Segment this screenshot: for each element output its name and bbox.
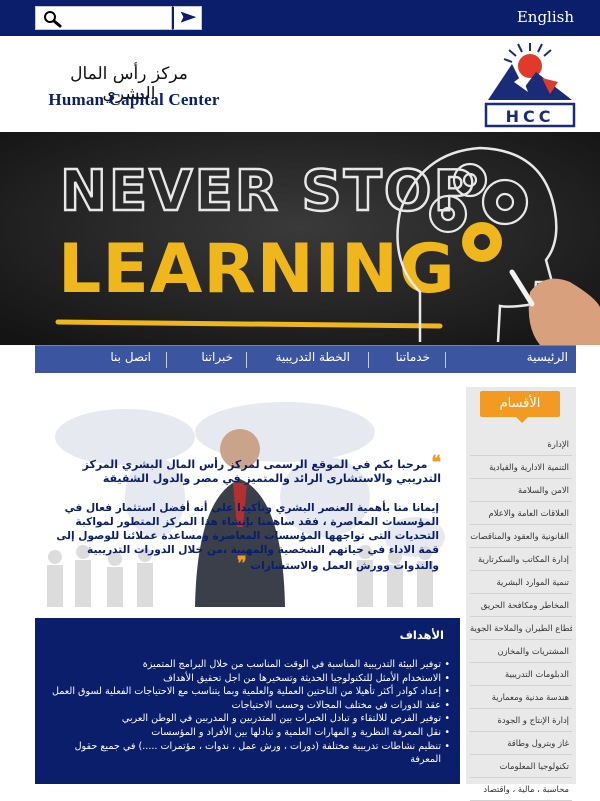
hero-chalkboard-image: NEVER STOP LEARNING [0,132,600,345]
language-switch-link[interactable]: English [517,8,574,26]
category-link[interactable]: هندسة مدنية ومعمارية [470,686,572,709]
goal-item: الاستخدام الأمثل للتكنولوجيا الحديثة وتس… [46,672,450,686]
search-icon [44,11,62,28]
hcc-logo[interactable]: HCC [484,42,576,128]
category-link[interactable]: تنمية الموارد البشرية [470,571,572,594]
goals-section: الأهداف توفير البيئة التدريبية المناسبة … [35,618,460,784]
goal-item: توفير البيئة التدريبية المناسبة في الوقت… [46,658,450,672]
nav-item-home[interactable]: الرئيسية [527,350,568,364]
categories-sidebar: الأقسام الإدارة التنمية الادارية والقياد… [466,387,576,801]
goal-item: توفير الفرص للالتقاء و تبادل الخبرات بين… [46,712,450,726]
goal-item: عقد الدورات في مختلف المجالات وحسب الاحت… [46,699,450,713]
search-input[interactable] [35,6,172,30]
top-bar: English [0,0,600,36]
welcome-section: ❝ مرحبا بكم في الموقع الرسمى لمركز رأس ا… [35,387,460,607]
search-submit-button[interactable] [172,6,202,30]
hero-banner: NEVER STOP LEARNING [0,132,600,345]
goal-item: نقل المعرفة النظرية و المهارات العلمية و… [46,726,450,740]
category-link[interactable]: العلاقات العامة والاعلام [470,502,572,525]
category-link[interactable]: المشتريات والمخازن [470,640,572,663]
welcome-background-image [35,387,460,607]
category-link[interactable]: التنمية الادارية والقيادية [470,456,572,479]
nav-item-experience[interactable]: خبراتنا [201,350,233,364]
title-pointer [516,417,528,423]
goal-item: إعداد كوادر أكثر تأهيلا من الناحتين العم… [46,685,450,699]
goal-item: تنظيم نشاطات تدريبية مختلفة (دورات ، ورش… [46,740,450,767]
nav-separator [368,352,369,368]
category-link[interactable]: القانونية والعقود والمناقصات [470,525,572,548]
category-link[interactable]: غاز وبترول وطاقة [470,732,572,755]
nav-item-contact[interactable]: اتصل بنا [110,350,151,364]
goals-list: توفير البيئة التدريبية المناسبة في الوقت… [46,658,450,767]
main-nav: الرئيسية خدماتنا الخطة التدريبية خبراتنا… [35,345,576,373]
quote-open-icon: ❝ [431,452,441,473]
site-header: مركز رأس المال البشري Human Capital Cent… [0,36,600,132]
categories-title: الأقسام [480,391,560,417]
nav-item-services[interactable]: خدماتنا [396,350,430,364]
send-arrow-icon [180,11,197,23]
quote-close-icon: ❞ [237,553,247,574]
category-link[interactable]: قطاع الطيران والملاحة الجوية [470,617,572,640]
welcome-intro-text: ❝ مرحبا بكم في الموقع الرسمى لمركز رأس ا… [82,452,441,486]
site-title-english: Human Capital Center [48,90,220,109]
goals-title: الأهداف [399,628,444,642]
category-link[interactable]: الإدارة [470,433,572,456]
logo-text: HCC [506,107,555,126]
hero-line1: NEVER STOP [60,159,477,224]
category-link[interactable]: الدبلومات التدريبية [470,663,572,686]
welcome-body-text: إيمانا منا بأهمية العنصر البشري وتأكيدا … [56,502,439,574]
category-link[interactable]: الامن والسلامة [470,479,572,502]
nav-separator [246,352,247,368]
hero-line2: LEARNING [58,230,456,309]
category-link[interactable]: إدارة المكاتب والسكرتارية [470,548,572,571]
nav-separator [445,352,446,368]
nav-item-training-plan[interactable]: الخطة التدريبية [275,350,350,364]
category-link[interactable]: محاسبة ، مالية ، واقتصاد [470,778,572,801]
category-link[interactable]: تكنولوجيا المعلومات [470,755,572,778]
category-link[interactable]: إدارة الإنتاج و الجودة [470,709,572,732]
nav-separator [166,352,167,368]
category-link[interactable]: المخاطر ومكافحة الحريق [470,594,572,617]
